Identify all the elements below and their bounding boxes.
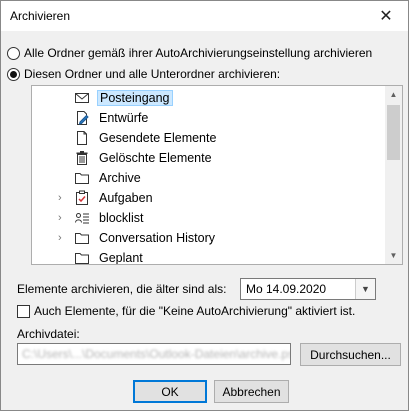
age-date-value: Mo 14.09.2020 xyxy=(246,282,327,296)
folder-item-label: Gesendete Elemente xyxy=(99,131,217,145)
archive-file-input[interactable]: C:\Users\...\Documents\Outlook-Dateien\a… xyxy=(17,343,291,365)
chevron-right-icon[interactable]: › xyxy=(58,232,68,244)
trash-icon xyxy=(74,150,90,166)
folder-item-label: Aufgaben xyxy=(99,191,153,205)
chevron-right-icon[interactable]: › xyxy=(58,212,68,224)
folder-item[interactable]: › Aufgaben xyxy=(32,188,382,208)
scroll-down-icon[interactable]: ▼ xyxy=(385,247,402,264)
folder-item[interactable]: › Conversation History xyxy=(32,228,382,248)
folder-item-label: Conversation History xyxy=(99,231,216,245)
cancel-button[interactable]: Abbrechen xyxy=(214,380,289,403)
scroll-up-icon[interactable]: ▲ xyxy=(385,86,402,103)
archive-file-label: Archivdatei: xyxy=(17,327,80,341)
folder-item[interactable]: Archive xyxy=(32,168,382,188)
folder-item-label: Gelöschte Elemente xyxy=(99,151,212,165)
envelope-icon xyxy=(74,90,90,106)
scroll-thumb[interactable] xyxy=(387,105,400,160)
folder-tree-list: Posteingang Entwürfe Gesendete Elemente Gel… xyxy=(32,88,382,265)
age-date-picker[interactable]: Mo 14.09.2020 ▼ xyxy=(240,278,376,300)
ok-button[interactable]: OK xyxy=(133,380,207,403)
folder-item-label: Geplant xyxy=(99,251,143,265)
sent-document-icon xyxy=(74,130,90,146)
folder-item-label: Posteingang xyxy=(97,90,173,106)
window-title: Archivieren xyxy=(10,9,71,23)
radio-archive-folder-circle[interactable] xyxy=(7,67,20,81)
radio-archive-folder-label: Diesen Ordner und alle Unterordner archi… xyxy=(24,67,281,81)
radio-archive-folder[interactable]: Diesen Ordner und alle Unterordner archi… xyxy=(7,66,280,82)
close-icon[interactable]: ✕ xyxy=(364,1,408,31)
folder-item-label: Entwürfe xyxy=(99,111,149,125)
browse-button[interactable]: Durchsuchen... xyxy=(300,343,401,366)
folder-item-label: Archive xyxy=(99,171,141,185)
folder-item[interactable]: Gesendete Elemente xyxy=(32,128,382,148)
radio-archive-all-label: Alle Ordner gemäß ihrer AutoArchivierung… xyxy=(24,46,373,60)
radio-archive-all[interactable]: Alle Ordner gemäß ihrer AutoArchivierung… xyxy=(7,45,372,61)
contacts-list-icon xyxy=(74,210,90,226)
folder-item[interactable]: Gelöschte Elemente xyxy=(32,148,382,168)
folder-icon xyxy=(74,250,90,264)
folder-item[interactable]: Entwürfe xyxy=(32,108,382,128)
task-checklist-icon xyxy=(74,190,90,206)
chevron-right-icon[interactable]: › xyxy=(58,192,68,204)
folder-icon xyxy=(74,170,90,186)
tree-scrollbar[interactable]: ▲ ▼ xyxy=(385,86,402,264)
no-autoarchive-checkbox-row[interactable]: Auch Elemente, für die "Keine AutoArchiv… xyxy=(17,303,355,319)
no-autoarchive-checkbox[interactable] xyxy=(17,304,30,318)
archive-dialog: Archivieren ✕ Alle Ordner gemäß ihrer Au… xyxy=(0,0,409,411)
radio-archive-all-circle[interactable] xyxy=(7,46,20,60)
title-bar: Archivieren ✕ xyxy=(1,1,408,31)
draft-pencil-icon xyxy=(74,110,90,126)
folder-item[interactable]: › blocklist xyxy=(32,208,382,228)
folder-item[interactable]: Posteingang xyxy=(32,88,382,108)
folder-item-label: blocklist xyxy=(99,211,144,225)
folder-item[interactable]: Geplant xyxy=(32,248,382,265)
age-label: Elemente archivieren, die älter sind als… xyxy=(17,282,227,296)
folder-icon xyxy=(74,230,90,246)
archive-file-path: C:\Users\...\Documents\Outlook-Dateien\a… xyxy=(22,347,291,361)
chevron-down-icon[interactable]: ▼ xyxy=(355,279,375,299)
no-autoarchive-label: Auch Elemente, für die "Keine AutoArchiv… xyxy=(34,304,356,318)
folder-tree[interactable]: Posteingang Entwürfe Gesendete Elemente Gel… xyxy=(31,85,403,265)
